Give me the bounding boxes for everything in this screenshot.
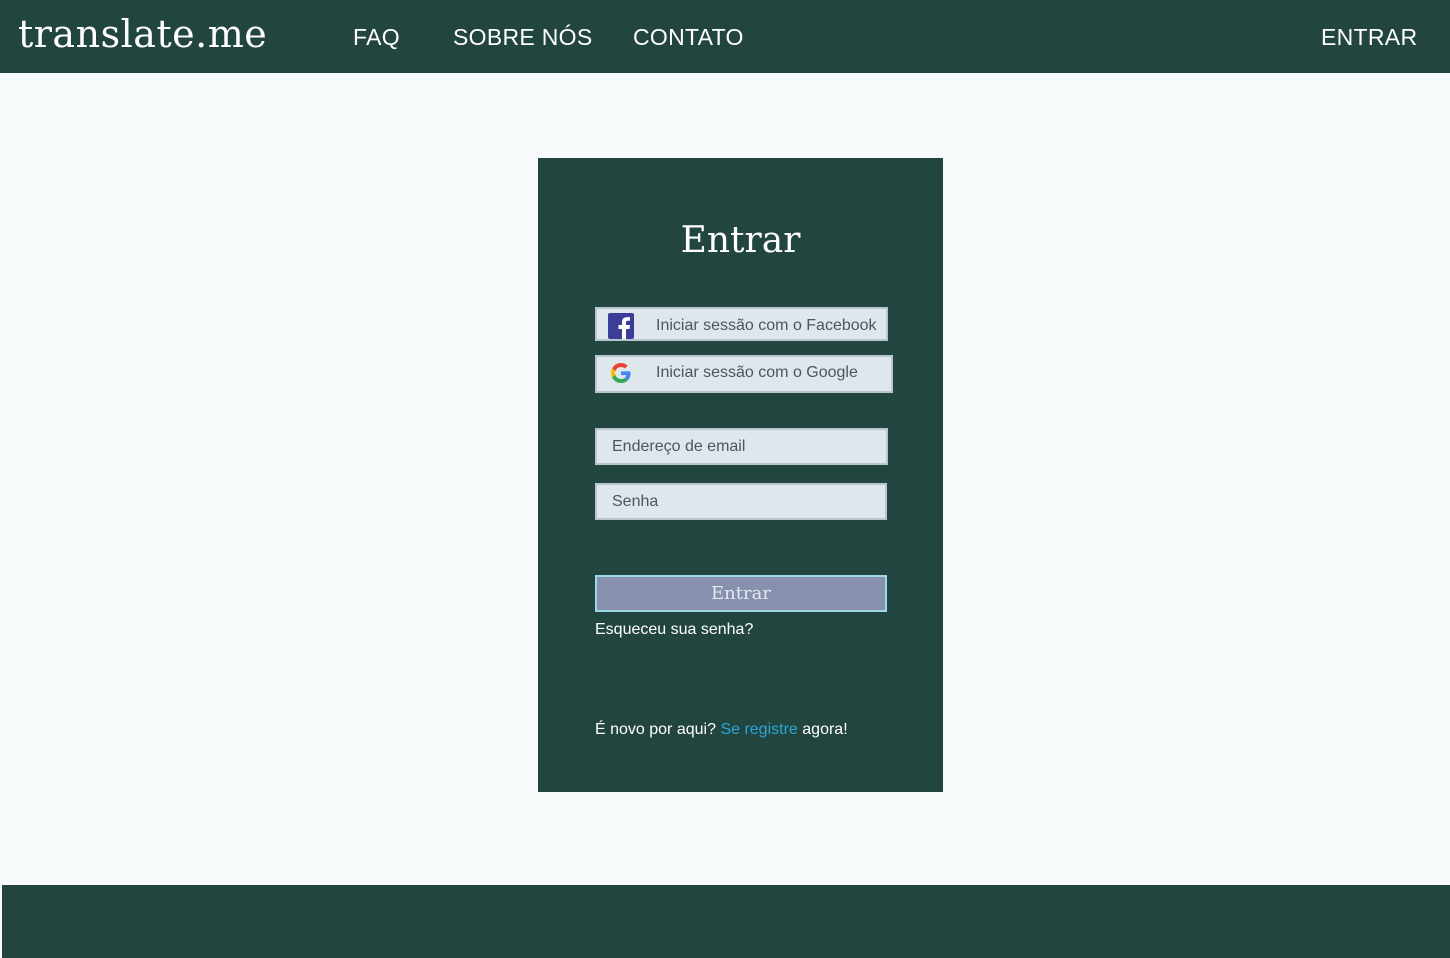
nav-contact[interactable]: CONTATO xyxy=(633,24,744,51)
site-logo[interactable]: translate.me xyxy=(18,12,267,56)
email-field[interactable] xyxy=(595,428,888,465)
password-field[interactable] xyxy=(595,483,887,520)
facebook-login-button[interactable]: Iniciar sessão com o Facebook xyxy=(595,307,888,341)
google-login-button[interactable]: Iniciar sessão com o Google xyxy=(595,355,893,393)
login-submit-button[interactable]: Entrar xyxy=(595,575,887,612)
register-prefix: É novo por aqui? xyxy=(595,721,716,738)
nav-about[interactable]: SOBRE NÓS xyxy=(453,24,592,51)
register-prompt: É novo por aqui? Se registre agora! xyxy=(595,721,848,739)
register-suffix: agora! xyxy=(802,721,848,738)
top-navbar: translate.me FAQ SOBRE NÓS CONTATO ENTRA… xyxy=(0,0,1450,73)
nav-faq[interactable]: FAQ xyxy=(353,24,400,51)
login-card: Entrar Iniciar sessão com o Facebook Ini… xyxy=(538,158,943,792)
page-footer xyxy=(2,885,1450,958)
nav-login[interactable]: ENTRAR xyxy=(1321,24,1417,51)
register-link[interactable]: Se registre xyxy=(720,721,797,738)
google-icon xyxy=(611,363,631,383)
facebook-login-label: Iniciar sessão com o Facebook xyxy=(656,317,877,334)
google-login-label: Iniciar sessão com o Google xyxy=(656,364,858,381)
facebook-icon xyxy=(608,313,634,339)
login-title: Entrar xyxy=(680,220,801,261)
forgot-password-link[interactable]: Esqueceu sua senha? xyxy=(595,621,753,639)
